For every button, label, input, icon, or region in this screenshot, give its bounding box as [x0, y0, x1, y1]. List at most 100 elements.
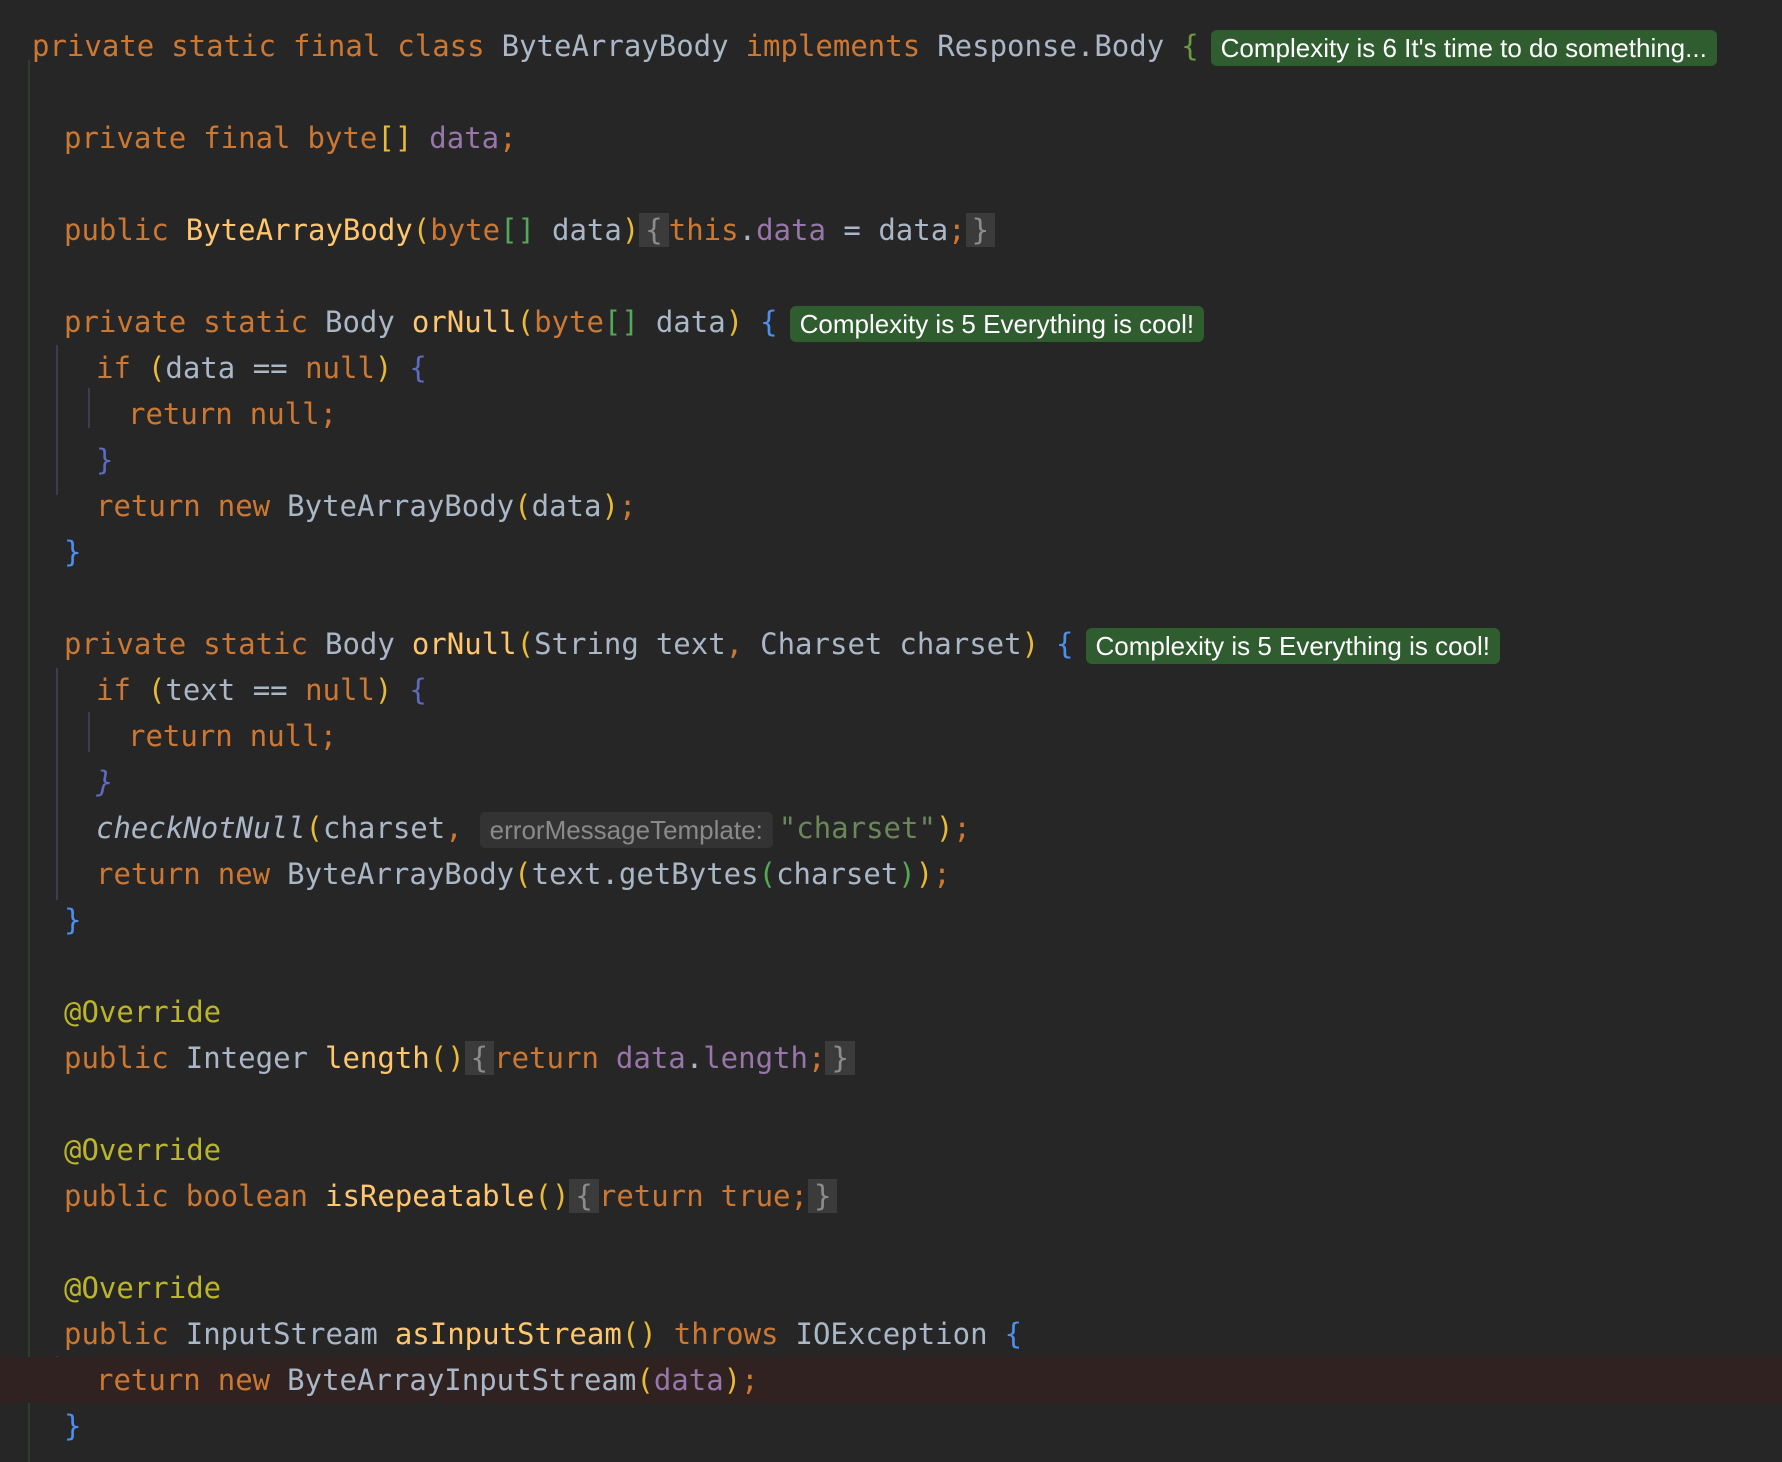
keyword: public [64, 213, 169, 247]
close-brace: } [96, 765, 114, 799]
code-line-constructor[interactable]: public ByteArrayBody(byte[] data){this.dat… [0, 207, 1782, 253]
keyword: private [32, 29, 155, 63]
code-line-annotation[interactable]: @Override [0, 989, 1782, 1035]
paren: ) [898, 857, 916, 891]
code-line-return[interactable]: return new ByteArrayBody(text.getBytes(cha… [0, 851, 1782, 897]
class-name: ByteArrayInputStream [287, 1363, 637, 1397]
keyword: implements [745, 29, 921, 63]
code-line-brace[interactable]: } [0, 437, 1782, 483]
complexity-badge[interactable]: Complexity is 5 Everything is cool! [789, 306, 1205, 342]
keyword: return [128, 719, 233, 753]
condition: data == [165, 351, 306, 385]
code-line-brace[interactable]: } [0, 759, 1782, 805]
assign-op: = [825, 213, 879, 247]
field-name: data [653, 1363, 724, 1397]
code-line-annotation[interactable]: @Override [0, 1265, 1782, 1311]
close-brace: } [64, 1409, 82, 1443]
code-editor[interactable]: private static final class ByteArrayBody impl… [0, 0, 1782, 1462]
dot: . [685, 1041, 704, 1075]
keyword: static [203, 305, 308, 339]
interface-name: Response.Body [937, 29, 1165, 63]
paren: ) [915, 857, 934, 891]
array-brackets: [] [603, 305, 639, 339]
code-line-method-ornull-bytes[interactable]: private static Body orNull(byte[] data) {Comp… [0, 299, 1782, 345]
code-line-return[interactable]: return null; [0, 713, 1782, 759]
close-brace: } [96, 443, 114, 477]
param-name: data [551, 213, 622, 247]
keyword: return [598, 1179, 704, 1213]
code-line-return[interactable]: return null; [0, 391, 1782, 437]
keyword: throws [673, 1317, 779, 1351]
method-name: length [324, 1041, 430, 1075]
type: String [534, 627, 639, 661]
code-line-method-length[interactable]: public Integer length(){return data.length;… [0, 1035, 1782, 1081]
code-line-if[interactable]: if (text == null) { [0, 667, 1782, 713]
folded-brace-open[interactable]: { [569, 1179, 599, 1213]
annotation: @Override [64, 1133, 222, 1167]
return-type: Body [324, 627, 395, 661]
method-name: isRepeatable [324, 1179, 535, 1213]
keyword: return [128, 397, 233, 431]
keyword: final [203, 121, 291, 155]
code-line-brace[interactable]: } [0, 529, 1782, 575]
paren: ( [147, 673, 166, 707]
complexity-badge[interactable]: Complexity is 5 Everything is cool! [1085, 628, 1500, 664]
semicolon: ; [807, 1041, 826, 1075]
method-call: getBytes [618, 857, 759, 891]
method-name: orNull [411, 305, 517, 339]
paren: ( [514, 489, 532, 523]
code-line-field[interactable]: private final byte[] data; [0, 115, 1782, 161]
keyword: this [668, 213, 739, 247]
comma: , [725, 627, 744, 661]
keyword: new [217, 489, 271, 523]
folded-brace-close[interactable]: } [825, 1041, 855, 1075]
paren: ( [758, 857, 777, 891]
code-line-method-ornull-string[interactable]: private static Body orNull(String text, Chars… [0, 621, 1782, 667]
code-line-brace[interactable]: } [0, 1403, 1782, 1449]
dot: . [601, 857, 619, 891]
code-line-if[interactable]: if (data == null) { [0, 345, 1782, 391]
paren: ( [147, 351, 166, 385]
keyword: null [249, 397, 320, 431]
paren: ) [1021, 627, 1040, 661]
open-brace: { [760, 305, 778, 339]
paren: () [534, 1179, 570, 1213]
code-line-brace[interactable]: } [0, 897, 1782, 943]
code-line-method-as-input-stream[interactable]: public InputStream asInputStream() throws IO… [0, 1311, 1782, 1357]
keyword: private [64, 627, 187, 661]
code-line-method-is-repeatable[interactable]: public boolean isRepeatable(){return true;} [0, 1173, 1782, 1219]
return-type: Body [324, 305, 395, 339]
keyword: static [171, 29, 276, 63]
folded-brace-close[interactable]: } [965, 213, 996, 247]
code-line-check-not-null[interactable]: checkNotNull(charset, errorMessageTemplat… [0, 805, 1782, 851]
constructor-name: ByteArrayBody [185, 213, 413, 247]
folded-brace-close[interactable]: } [807, 1179, 838, 1213]
param-name: charset [899, 627, 1022, 661]
complexity-badge[interactable]: Complexity is 6 It's time to do somethin… [1210, 30, 1717, 66]
keyword: if [96, 673, 131, 707]
paren: ) [935, 811, 954, 845]
keyword: return [96, 857, 201, 891]
keyword: if [96, 351, 131, 385]
code-line-return[interactable]: return new ByteArrayBody(data); [0, 483, 1782, 529]
paren: ( [514, 857, 532, 891]
folded-brace-open[interactable]: { [639, 213, 669, 247]
paren: ( [516, 627, 535, 661]
semicolon: ; [933, 857, 951, 891]
condition: text == [165, 673, 306, 707]
keyword: null [249, 719, 320, 753]
array-brackets: [] [500, 213, 535, 247]
paren: ( [516, 305, 535, 339]
code-line-annotation[interactable]: @Override [0, 1127, 1782, 1173]
paren: ( [412, 213, 431, 247]
class-name: ByteArrayBody [287, 857, 515, 891]
keyword: return [494, 1041, 599, 1075]
paren: ) [374, 351, 393, 385]
keyword: return [96, 1363, 201, 1397]
property: length [703, 1041, 808, 1075]
folded-brace-open[interactable]: { [464, 1041, 495, 1075]
arg: charset [322, 811, 446, 845]
code-line-return-highlighted[interactable]: return new ByteArrayInputStream(data); [0, 1357, 1782, 1403]
code-line-class-declaration[interactable]: private static final class ByteArrayBody impl… [0, 23, 1782, 69]
semicolon: ; [618, 489, 637, 523]
